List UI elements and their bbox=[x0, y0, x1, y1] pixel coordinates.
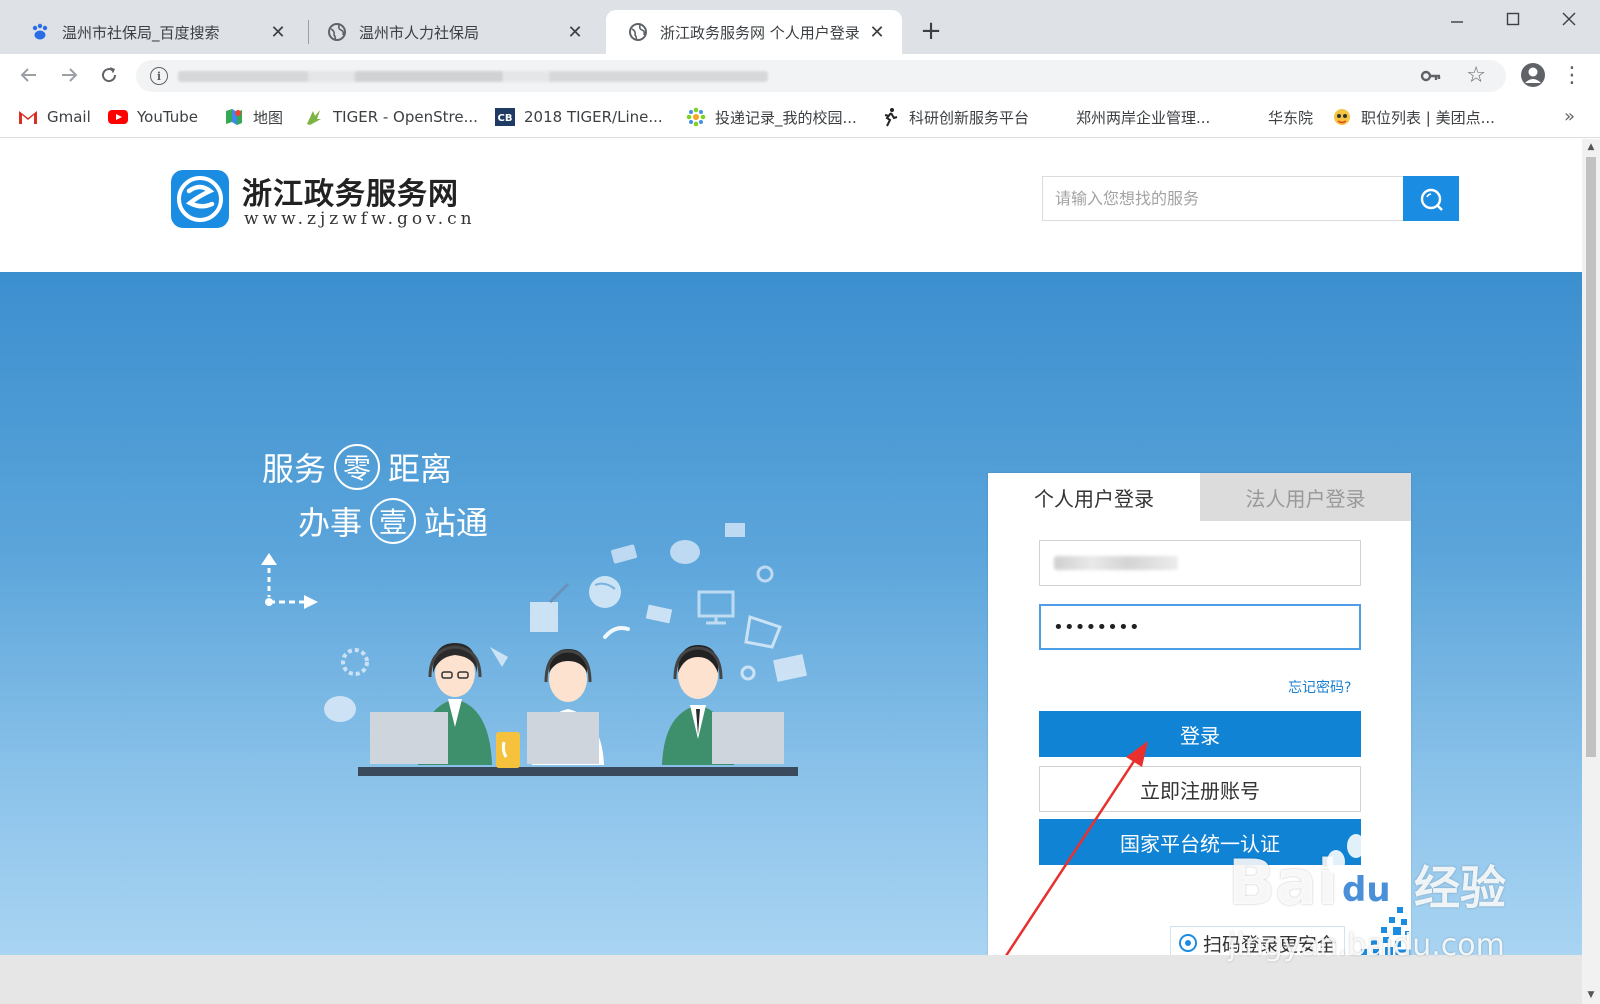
cb-icon: CB bbox=[495, 107, 515, 127]
scroll-thumb[interactable] bbox=[1586, 157, 1596, 757]
bookmark-label: Gmail bbox=[47, 108, 91, 126]
maps-icon bbox=[224, 107, 244, 127]
browser-toolbar: i ☆ ⋮ bbox=[0, 54, 1600, 96]
qr-hint-text: 扫码登录更安全 bbox=[1203, 933, 1337, 956]
page-scrollbar[interactable]: ▲ ▼ bbox=[1582, 139, 1600, 1004]
globe-icon bbox=[327, 22, 347, 42]
bookmark-gmail[interactable]: Gmail bbox=[18, 105, 91, 129]
customer-service-illustration bbox=[261, 523, 807, 776]
annotation-arrow bbox=[994, 741, 1148, 972]
key-icon[interactable] bbox=[1420, 66, 1442, 86]
blurred-username bbox=[1054, 556, 1178, 570]
tab-title: 浙江政务服务网 个人用户登录 bbox=[660, 23, 860, 42]
bookmark-meituan-jobs[interactable]: 职位列表 | 美团点... bbox=[1332, 105, 1495, 129]
bookmark-research-platform[interactable]: 科研创新服务平台 bbox=[880, 105, 1029, 129]
phone-icon bbox=[496, 732, 520, 768]
bookmark-label: YouTube bbox=[137, 108, 198, 126]
gmail-icon bbox=[18, 107, 38, 127]
minimize-icon[interactable] bbox=[1432, 4, 1482, 34]
forgot-password-link[interactable]: 忘记密码? bbox=[1288, 677, 1351, 697]
bookmark-youtube[interactable]: YouTube bbox=[108, 105, 198, 129]
address-bar[interactable]: i ☆ bbox=[136, 60, 1506, 92]
bookmark-label: 郑州两岸企业管理... bbox=[1076, 108, 1211, 127]
password-input[interactable] bbox=[1041, 606, 1359, 648]
bookmark-label: 2018 TIGER/Line... bbox=[524, 108, 663, 126]
desk bbox=[358, 767, 798, 776]
tab-title: 温州市人力社保局 bbox=[359, 23, 480, 42]
youtube-icon bbox=[108, 107, 128, 127]
browser-tabstrip: 温州市社保局_百度搜索 ✕ 温州市人力社保局 ✕ 浙江政务服务网 个人用户登录 … bbox=[0, 0, 1600, 54]
scroll-up-arrow-icon[interactable]: ▲ bbox=[1586, 142, 1596, 152]
bookmark-label: 科研创新服务平台 bbox=[909, 108, 1030, 127]
baidu-paw-icon bbox=[30, 22, 50, 42]
close-icon[interactable]: ✕ bbox=[267, 21, 289, 43]
bookmark-label: 投递记录_我的校园... bbox=[715, 108, 857, 127]
forward-arrow-icon[interactable] bbox=[52, 58, 86, 92]
globe-icon bbox=[628, 22, 648, 42]
scroll-down-arrow-icon[interactable]: ▼ bbox=[1586, 990, 1596, 1000]
bookmark-star-icon[interactable]: ☆ bbox=[1466, 63, 1486, 88]
bookmark-label: TIGER - OpenStre... bbox=[333, 108, 478, 126]
reload-icon[interactable] bbox=[92, 58, 126, 92]
tab-zjzwfw-login[interactable]: 浙江政务服务网 个人用户登录 ✕ bbox=[606, 10, 902, 54]
login-tabs: 个人用户登录 法人用户登录 bbox=[988, 473, 1411, 521]
svg-text:CB: CB bbox=[498, 113, 513, 124]
kebab-menu-icon[interactable]: ⋮ bbox=[1560, 60, 1584, 90]
bookmark-tiger-openstreet[interactable]: TIGER - OpenStre... bbox=[304, 105, 478, 129]
window-close-icon[interactable] bbox=[1544, 4, 1594, 34]
hero-banner: 服务 零 距离 办事 壹 站通 个人用户登录 法人用户登录 •••••••• 忘… bbox=[0, 272, 1582, 972]
bookmark-zhengzhou[interactable]: 郑州两岸企业管理... bbox=[1076, 105, 1210, 129]
tab-title: 温州市社保局_百度搜索 bbox=[62, 23, 220, 42]
zjzwfw-logo-icon[interactable] bbox=[170, 169, 230, 229]
laptop bbox=[712, 712, 784, 764]
bookmark-label: 华东院 bbox=[1268, 108, 1314, 127]
meituan-icon bbox=[1332, 107, 1352, 127]
tab-personal-login[interactable]: 个人用户登录 bbox=[988, 473, 1200, 521]
back-arrow-icon[interactable] bbox=[12, 58, 46, 92]
bookmark-label: 职位列表 | 美团点... bbox=[1361, 108, 1495, 127]
blurred-url bbox=[178, 71, 768, 82]
service-search-field[interactable] bbox=[1042, 176, 1404, 221]
page-viewport: 浙江政务服务网 www.zjzwfw.gov.cn 服务 零 距离 办事 壹 站… bbox=[0, 139, 1582, 1004]
username-field[interactable] bbox=[1039, 540, 1361, 586]
bookmark-huadongyuan[interactable]: 华东院 bbox=[1268, 105, 1313, 129]
profile-avatar-icon[interactable] bbox=[1518, 60, 1548, 90]
gear-flower-icon bbox=[686, 107, 706, 127]
site-url: www.zjzwfw.gov.cn bbox=[244, 209, 476, 229]
laptop bbox=[527, 712, 599, 764]
site-name: 浙江政务服务网 bbox=[242, 177, 459, 212]
bookmark-label: 地图 bbox=[253, 108, 284, 127]
tab-corporate-login[interactable]: 法人用户登录 bbox=[1200, 473, 1411, 521]
laptop bbox=[370, 712, 448, 764]
close-icon[interactable]: ✕ bbox=[866, 21, 888, 43]
tab-wenzhou-hr[interactable]: 温州市人力社保局 ✕ bbox=[305, 10, 600, 54]
bookmark-maps[interactable]: 地图 bbox=[224, 105, 283, 129]
qr-code-corner-icon[interactable] bbox=[1347, 897, 1411, 963]
target-icon bbox=[1179, 934, 1197, 952]
page-footer-strip bbox=[0, 955, 1582, 1004]
tab-baidu-search[interactable]: 温州市社保局_百度搜索 ✕ bbox=[8, 10, 303, 54]
bookmark-delivery-records[interactable]: 投递记录_我的校园... bbox=[686, 105, 857, 129]
tiger-icon bbox=[304, 107, 324, 127]
site-info-icon[interactable]: i bbox=[150, 67, 168, 85]
search-button[interactable] bbox=[1403, 176, 1459, 221]
close-icon[interactable]: ✕ bbox=[564, 21, 586, 43]
service-search-input[interactable] bbox=[1043, 177, 1403, 220]
bookmarks-overflow-button[interactable]: » bbox=[1564, 106, 1575, 127]
search-icon bbox=[1420, 188, 1443, 211]
password-field[interactable] bbox=[1039, 604, 1361, 650]
runner-icon bbox=[880, 107, 900, 127]
bookmarks-bar: Gmail YouTube 地图 TIGER - OpenStre... CB … bbox=[0, 96, 1600, 138]
site-header: 浙江政务服务网 www.zjzwfw.gov.cn bbox=[0, 139, 1582, 272]
maximize-icon[interactable] bbox=[1488, 4, 1538, 34]
flow-arrow-icon bbox=[261, 553, 318, 609]
bookmark-tiger-line[interactable]: CB 2018 TIGER/Line... bbox=[495, 105, 663, 129]
new-tab-plus-icon[interactable]: + bbox=[916, 16, 946, 46]
